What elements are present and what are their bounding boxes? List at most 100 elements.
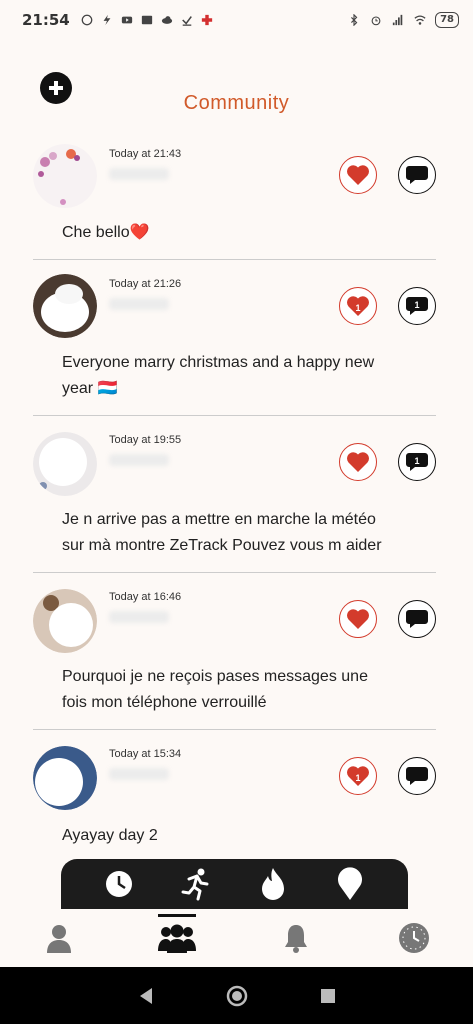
status-time: 21:54 [22,11,70,29]
heart-icon [347,165,369,185]
clock-icon [106,871,133,897]
nav-community[interactable] [118,909,236,967]
avatar-image [33,589,97,653]
comment-icon [406,767,428,785]
check-icon [181,16,192,26]
like-button[interactable]: 1 [339,287,377,325]
location-pin-icon [337,867,362,900]
avatar-image [33,746,97,810]
profile-icon [47,925,72,953]
tab-flame[interactable] [256,867,290,901]
heart-icon [347,452,369,472]
comment-icon [406,610,428,628]
signal-icon [392,14,403,26]
post-item: Today at 15:34 1 Ayayay day 2 [33,730,436,860]
post-item: Today at 21:43 Che bello❤️ [33,140,436,260]
tab-clock[interactable] [102,867,136,901]
youtube-icon [121,16,132,24]
message-line: Everyone marry christmas and a happy new [62,354,375,371]
comment-icon [406,166,428,184]
message-line: Je n arrive pas a mettre en marche la mé… [62,511,376,528]
comment-button[interactable] [398,757,436,795]
avatar-image [33,432,97,496]
avatar[interactable] [33,144,97,208]
recents-button[interactable] [313,981,343,1011]
post-timestamp: Today at 16:46 [109,591,182,603]
like-button[interactable] [339,443,377,481]
avatar[interactable] [33,432,97,496]
nav-watch[interactable] [355,909,473,967]
bell-icon [284,925,307,953]
bottom-navigation [0,909,473,967]
post-item: Today at 21:26 1 1 Everyone marry christ… [33,260,436,416]
avatar-image [33,274,97,338]
comment-button[interactable]: 1 [398,287,436,325]
home-circle-icon [226,985,247,1006]
username-redacted [109,768,169,780]
message-line: Pourquoi je ne reçois pases messages une [62,668,368,685]
message-line: Ayayay day 2 [62,827,158,844]
username-redacted [109,454,169,466]
comment-count: 1 [414,299,420,310]
username-redacted [109,611,169,623]
cloud-icon [161,16,172,24]
nav-profile[interactable] [0,909,118,967]
message-line: sur mà montre ZeTrack Pouvez vous m aide… [62,537,382,554]
comment-count: 1 [414,455,420,466]
like-button[interactable] [339,156,377,194]
post-message: Ayayay day 2 [62,823,432,849]
avatar[interactable] [33,746,97,810]
tab-location[interactable] [333,867,367,901]
post-timestamp: Today at 21:43 [109,148,182,160]
nav-notifications[interactable] [237,909,355,967]
news-icon [141,15,152,25]
bluetooth-icon [351,14,358,26]
message-line: year 🇱🇺 [62,380,118,397]
avatar[interactable] [33,274,97,338]
back-triangle-icon [139,987,152,1004]
post-message: Je n arrive pas a mettre en marche la mé… [62,507,432,559]
comment-button[interactable]: 1 [398,443,436,481]
header: Community [0,68,473,128]
post-message: Che bello❤️ [62,220,432,246]
heart-icon [347,609,369,629]
wifi-icon [414,15,426,25]
home-button[interactable] [222,981,252,1011]
message-line: fois mon téléphone verrouillé [62,694,267,711]
running-icon [181,868,209,901]
like-button[interactable] [339,600,377,638]
post-item: Today at 19:55 1 Je n arrive pas a mettr… [33,416,436,573]
status-bar: 21:54 78 [0,0,473,40]
post-message: Everyone marry christmas and a happy new… [62,350,432,402]
username-redacted [109,298,169,310]
flame-icon [261,868,284,900]
post-timestamp: Today at 21:26 [109,278,182,290]
system-icons: 78 [347,12,459,28]
username-redacted [109,168,169,180]
community-feed[interactable]: Today at 21:43 Che bello❤️ Today at 21:2… [33,140,436,860]
community-icon [158,924,197,953]
notification-icons [80,14,214,26]
back-button[interactable] [131,981,161,1011]
avatar-image [33,144,97,208]
post-timestamp: Today at 19:55 [109,434,182,446]
page-title: Community [183,92,290,114]
comment-button[interactable] [398,156,436,194]
message-line: Che bello❤️ [62,224,150,241]
comment-button[interactable] [398,600,436,638]
tab-running[interactable] [179,867,213,901]
post-timestamp: Today at 15:34 [109,748,182,760]
game-icon [201,14,212,26]
like-button[interactable]: 1 [339,757,377,795]
like-count: 1 [355,303,361,313]
bolt-icon [103,14,111,26]
watch-icon [398,923,429,953]
whatsapp-icon [81,14,93,26]
recents-square-icon [320,988,335,1003]
alarm-icon [371,16,381,26]
post-item: Today at 16:46 Pourquoi je ne reçois pas… [33,573,436,730]
like-count: 1 [355,773,361,783]
post-message: Pourquoi je ne reçois pases messages une… [62,664,432,716]
avatar[interactable] [33,589,97,653]
system-navigation-bar [0,967,473,1024]
